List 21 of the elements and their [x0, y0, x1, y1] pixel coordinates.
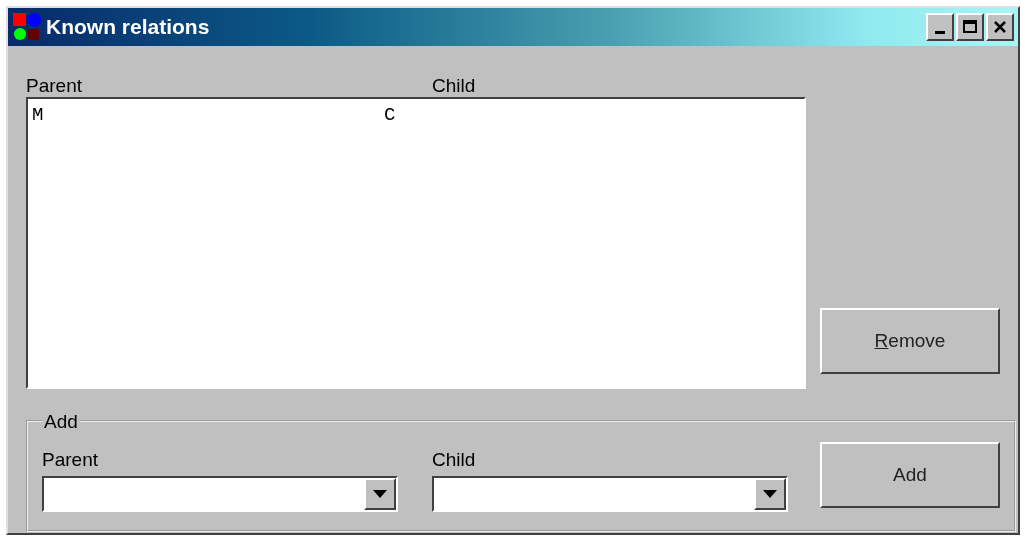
dropdown-arrow-icon [373, 490, 387, 498]
window-title: Known relations [46, 14, 210, 41]
app-icon [12, 12, 42, 42]
list-box[interactable]: M C [26, 97, 806, 389]
remove-button[interactable]: Remove [820, 308, 1000, 374]
list-cell-text: C [384, 103, 396, 128]
dropdown-arrow-icon [763, 490, 777, 498]
field-label: Child [432, 448, 476, 472]
dropdown-field[interactable] [42, 476, 398, 512]
minimize-icon [935, 30, 945, 34]
dropdown-field[interactable] [432, 476, 788, 512]
column-header: Child [432, 74, 476, 98]
add-button[interactable]: Add [820, 442, 1000, 508]
field-label: Parent [42, 448, 98, 472]
close-button[interactable] [986, 13, 1014, 41]
close-icon [992, 19, 1008, 35]
maximize-button[interactable] [956, 13, 984, 41]
list-cell-text: M [32, 103, 45, 128]
maximize-icon [962, 19, 978, 35]
minimize-button[interactable] [926, 13, 954, 41]
column-header: Parent [26, 74, 82, 98]
